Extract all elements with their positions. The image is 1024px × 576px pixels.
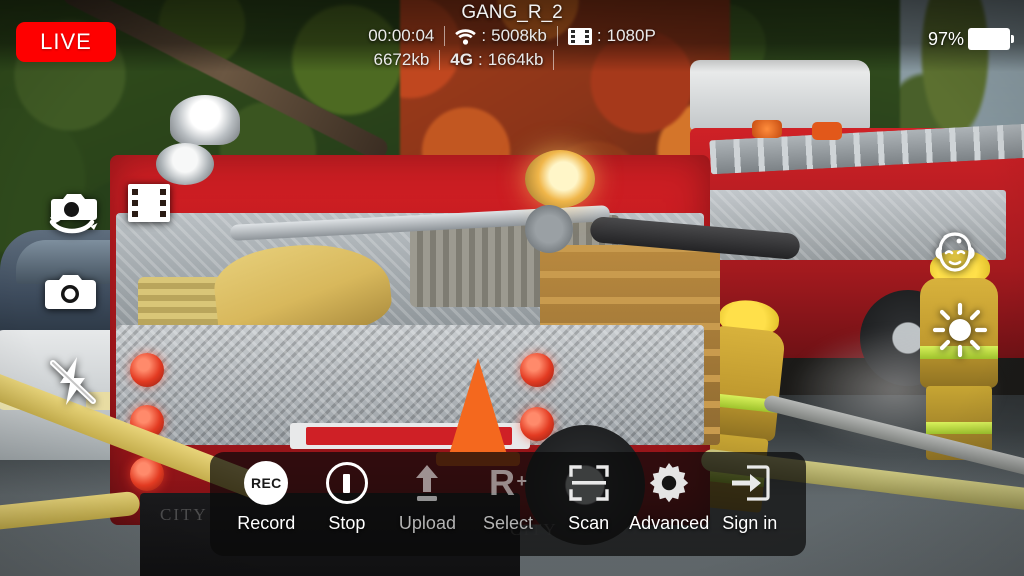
- scan-frame-icon: [566, 462, 612, 504]
- wifi-separator: :: [481, 26, 487, 45]
- bottom-toolbar: REC Record Stop Upload R + Select Scan A…: [210, 452, 806, 556]
- stop-button-label: Stop: [328, 513, 366, 533]
- cellular-separator: :: [477, 50, 483, 69]
- r-plus-superscript: +: [516, 471, 528, 491]
- advanced-button-label: Advanced: [629, 513, 710, 533]
- battery-icon: [968, 28, 1014, 50]
- total-bitrate: 6672kb: [373, 50, 430, 69]
- stream-status-block: GANG_R_2 00:00:04 : 5008kb: 1080P 6672k…: [352, 2, 672, 72]
- stream-title: GANG_R_2: [461, 2, 563, 23]
- rec-button-icon: REC: [243, 461, 289, 505]
- film-strip-icon[interactable]: [126, 182, 172, 224]
- beauty-face-icon[interactable]: [928, 230, 982, 284]
- camera-live-screen: CITY CITY LIVE GANG_R_2 00:00:04: [0, 0, 1024, 576]
- wifi-bitrate-group: : 5008kb: [455, 24, 547, 48]
- select-button-label: Select: [483, 513, 534, 533]
- scan-button[interactable]: Scan: [548, 462, 629, 533]
- live-badge: LIVE: [16, 22, 116, 62]
- status-divider: [553, 50, 555, 70]
- gear-icon: [646, 462, 692, 504]
- upload-arrow-icon: [404, 462, 450, 504]
- cellular-label: 4G: [450, 50, 473, 69]
- cellular-bitrate: 1664kb: [487, 50, 544, 69]
- status-divider: [439, 50, 441, 70]
- upload-button-label: Upload: [398, 513, 456, 533]
- resolution-group: : 1080P: [567, 24, 656, 48]
- rec-button-label: REC: [244, 461, 289, 505]
- record-button-label: Record: [237, 513, 296, 533]
- record-button[interactable]: REC Record: [226, 461, 307, 533]
- film-icon: [567, 27, 592, 45]
- status-divider: [556, 26, 558, 46]
- flash-off-icon[interactable]: [44, 352, 102, 410]
- camera-overlay: LIVE GANG_R_2 00:00:04 : 5008kb: 1080P …: [0, 0, 1024, 576]
- scan-button-label: Scan: [568, 513, 610, 533]
- status-row-secondary: 6672kb 4G : 1664kb: [352, 48, 672, 72]
- brightness-icon[interactable]: [932, 302, 988, 358]
- upload-button[interactable]: Upload: [387, 462, 468, 533]
- stop-button[interactable]: Stop: [307, 462, 388, 533]
- switch-camera-icon[interactable]: [46, 186, 102, 236]
- cellular-bitrate-group: 4G : 1664kb: [450, 48, 543, 72]
- advanced-button[interactable]: Advanced: [629, 462, 710, 533]
- sign-in-icon: [727, 462, 773, 504]
- r-plus-icon: R +: [485, 462, 531, 504]
- wifi-icon: [455, 28, 477, 45]
- camera-icon[interactable]: [44, 270, 102, 314]
- status-row-primary: 00:00:04 : 5008kb : 1080P: [352, 24, 672, 48]
- status-divider: [444, 26, 446, 46]
- sign-in-button-label: Sign in: [722, 513, 778, 533]
- r-plus-letter: R +: [489, 462, 528, 503]
- stop-button-icon: [324, 462, 370, 504]
- select-button[interactable]: R + Select: [468, 462, 549, 534]
- wifi-bitrate: 5008kb: [491, 26, 547, 45]
- resolution-separator: :: [596, 26, 602, 45]
- battery-indicator: 97%: [927, 28, 1014, 50]
- battery-percent: 97%: [927, 28, 964, 49]
- resolution-value: 1080P: [606, 26, 656, 45]
- sign-in-button[interactable]: Sign in: [709, 462, 790, 533]
- elapsed-time: 00:00:04: [368, 26, 435, 45]
